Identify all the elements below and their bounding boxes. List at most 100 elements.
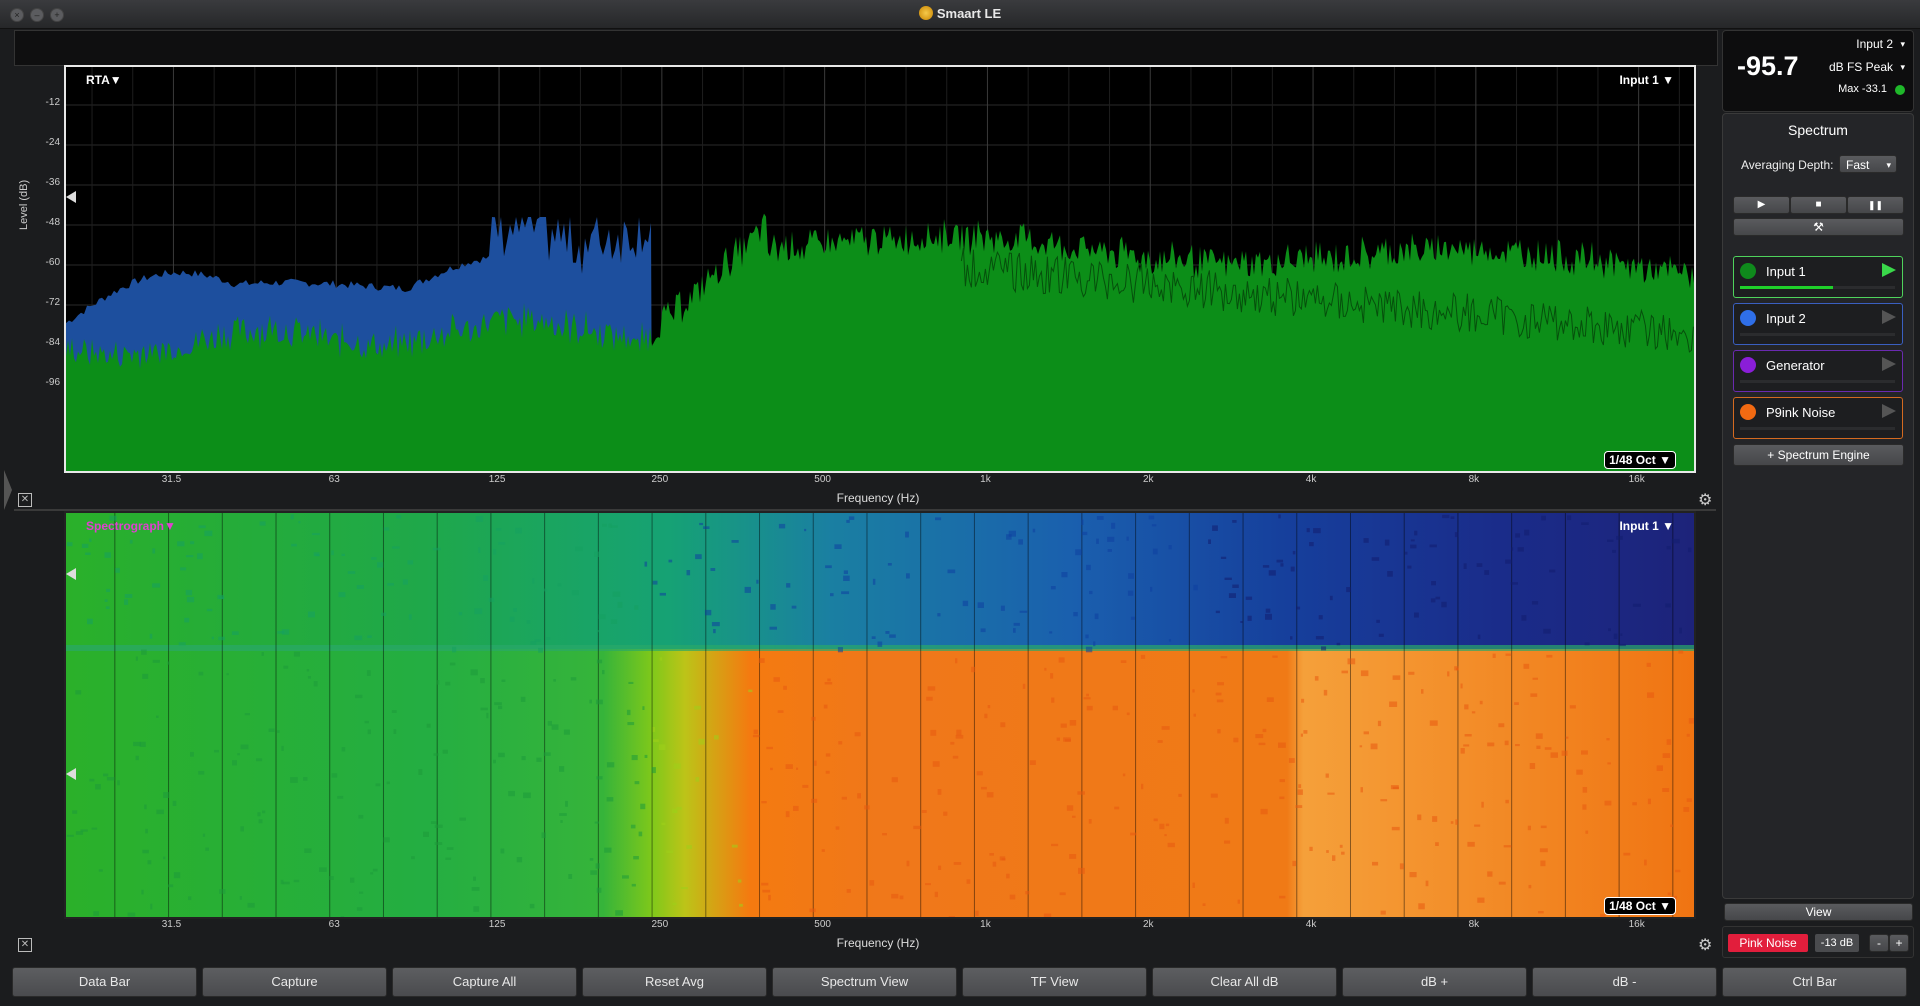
spectrograph-texture <box>1193 584 1198 591</box>
stop-button[interactable]: ■ <box>1790 196 1847 214</box>
spectrograph-texture <box>1477 634 1481 640</box>
spectrograph-texture <box>1272 655 1278 658</box>
spectrograph-mode-selector[interactable]: Spectrograph▼ <box>86 519 176 533</box>
engine-play-arrow-icon[interactable] <box>1882 357 1896 371</box>
spectrograph-texture <box>1498 881 1506 885</box>
spectrograph-texture <box>508 790 515 797</box>
x-tick-label: 250 <box>651 919 669 930</box>
spectrograph-texture <box>1096 538 1099 544</box>
bottom-button-capture-all[interactable]: Capture All <box>392 967 577 997</box>
engine-input-1[interactable]: Input 1 <box>1733 256 1903 298</box>
spectrograph-texture <box>827 678 831 682</box>
spectrograph-texture <box>75 831 84 835</box>
rta-plot[interactable]: RTA▼ Input 1 ▼ 1/48 Oct ▼ <box>64 65 1696 473</box>
engine-p9ink-noise[interactable]: P9ink Noise <box>1733 397 1903 439</box>
spectrograph-texture <box>337 795 344 799</box>
bottom-button-reset-avg[interactable]: Reset Avg <box>582 967 767 997</box>
engine-play-arrow-icon[interactable] <box>1882 263 1896 277</box>
collapse-arrow-icon[interactable] <box>4 470 12 510</box>
threshold-marker-handle[interactable] <box>66 191 76 203</box>
spectrograph-texture <box>1159 823 1165 830</box>
engine-label: Input 1 <box>1766 264 1806 279</box>
spectrograph-upper-threshold-handle[interactable] <box>66 568 76 580</box>
view-button[interactable]: View <box>1724 903 1913 921</box>
engine-color-dot-icon[interactable] <box>1740 404 1756 420</box>
spectrograph-texture <box>1675 869 1681 873</box>
spectrograph-texture <box>704 609 712 616</box>
bottom-button-spectrum-view[interactable]: Spectrum View <box>772 967 957 997</box>
engine-play-arrow-icon[interactable] <box>1882 310 1896 324</box>
spectrograph-input-selector[interactable]: Input 1 ▼ <box>1619 519 1674 533</box>
generator-level-plus-button[interactable]: + <box>1889 934 1909 952</box>
spectrograph-texture <box>149 633 153 639</box>
engine-color-dot-icon[interactable] <box>1740 310 1756 326</box>
spectrograph-texture <box>1228 593 1236 598</box>
spectrograph-lower-threshold-handle[interactable] <box>66 768 76 780</box>
bottom-button-ctrl-bar[interactable]: Ctrl Bar <box>1722 967 1907 997</box>
meter-input-chevron-icon[interactable]: ▾ <box>1900 39 1905 50</box>
rta-resolution-selector[interactable]: 1/48 Oct ▼ <box>1604 451 1676 469</box>
bottom-button-db[interactable]: dB - <box>1532 967 1717 997</box>
bottom-button-tf-view[interactable]: TF View <box>962 967 1147 997</box>
spectrograph-texture <box>1644 859 1647 866</box>
engine-level-meter <box>1740 427 1895 430</box>
spectrograph-texture <box>521 756 526 761</box>
spectrograph-texture <box>1056 737 1060 741</box>
close-spectrograph-icon[interactable]: ✕ <box>18 938 32 952</box>
spectrograph-texture <box>1081 531 1088 536</box>
x-tick-label: 8k <box>1468 919 1480 930</box>
bottom-button-capture[interactable]: Capture <box>202 967 387 997</box>
spectrograph-texture <box>1278 742 1286 748</box>
spectrograph-texture <box>1686 733 1690 737</box>
play-button[interactable]: ▶ <box>1733 196 1790 214</box>
engine-color-dot-icon[interactable] <box>1740 357 1756 373</box>
meter-input-selector[interactable]: Input 2 <box>1856 37 1893 51</box>
spectrograph-texture <box>1421 689 1424 694</box>
spectrograph-texture <box>98 869 103 872</box>
spectrograph-texture <box>695 554 702 560</box>
spectrograph-texture <box>673 810 678 813</box>
engine-generator[interactable]: Generator <box>1733 350 1903 392</box>
spectrograph-texture <box>882 833 887 836</box>
bottom-button-clear-all-db[interactable]: Clear All dB <box>1152 967 1337 997</box>
bottom-button-data-bar[interactable]: Data Bar <box>12 967 197 997</box>
averaging-depth-select[interactable]: Fast ▾ <box>1839 155 1897 173</box>
spectrograph-texture <box>594 821 599 824</box>
close-plot-icon[interactable]: ✕ <box>18 493 32 507</box>
spectrograph-texture <box>864 805 870 810</box>
spectrograph-texture <box>1050 673 1054 679</box>
spectrograph-texture <box>927 686 936 691</box>
spectrograph-resolution-selector[interactable]: 1/48 Oct ▼ <box>1604 897 1676 915</box>
engine-input-2[interactable]: Input 2 <box>1733 303 1903 345</box>
pause-button[interactable]: ❚❚ <box>1847 196 1904 214</box>
bottom-button-db[interactable]: dB + <box>1342 967 1527 997</box>
spectrograph-plot[interactable]: Spectrograph▼ Input 1 ▼ 1/48 Oct ▼ <box>64 511 1696 919</box>
meter-max-readout: Max -33.1 <box>1838 83 1887 95</box>
spectrograph-texture <box>1363 731 1369 735</box>
spectrograph-settings-gear-icon[interactable]: ⚙ <box>1698 935 1712 955</box>
generator-level-minus-button[interactable]: - <box>1869 934 1889 952</box>
rta-settings-gear-icon[interactable]: ⚙ <box>1698 490 1712 510</box>
spectrograph-texture <box>1168 639 1172 642</box>
spectrograph-texture <box>869 880 875 886</box>
spectrograph-texture <box>498 705 503 710</box>
spectrograph-texture <box>1476 563 1483 567</box>
engine-color-dot-icon[interactable] <box>1740 263 1756 279</box>
spectrograph-texture <box>768 894 771 901</box>
spectrograph-texture <box>387 583 394 586</box>
spectrograph-texture <box>559 813 567 816</box>
add-spectrum-engine-button[interactable]: + Spectrum Engine <box>1733 444 1904 466</box>
engine-play-arrow-icon[interactable] <box>1882 404 1896 418</box>
pink-noise-button[interactable]: Pink Noise <box>1728 934 1808 952</box>
spectrograph-texture <box>617 601 623 608</box>
level-meter[interactable]: -95.7 Input 2 ▾ dB FS Peak ▾ Max -33.1 <box>1722 30 1914 112</box>
rta-input-selector[interactable]: Input 1 ▼ <box>1619 73 1674 87</box>
spectrograph-texture <box>281 745 284 751</box>
meter-units-chevron-icon[interactable]: ▾ <box>1900 62 1905 73</box>
spectrograph-texture <box>536 757 542 762</box>
spectrograph-texture <box>141 889 144 895</box>
meter-units-selector[interactable]: dB FS Peak <box>1829 60 1893 74</box>
tools-button[interactable]: ⚒ <box>1733 218 1904 236</box>
spectrograph-texture <box>1414 530 1418 536</box>
rta-mode-selector[interactable]: RTA▼ <box>86 73 122 87</box>
